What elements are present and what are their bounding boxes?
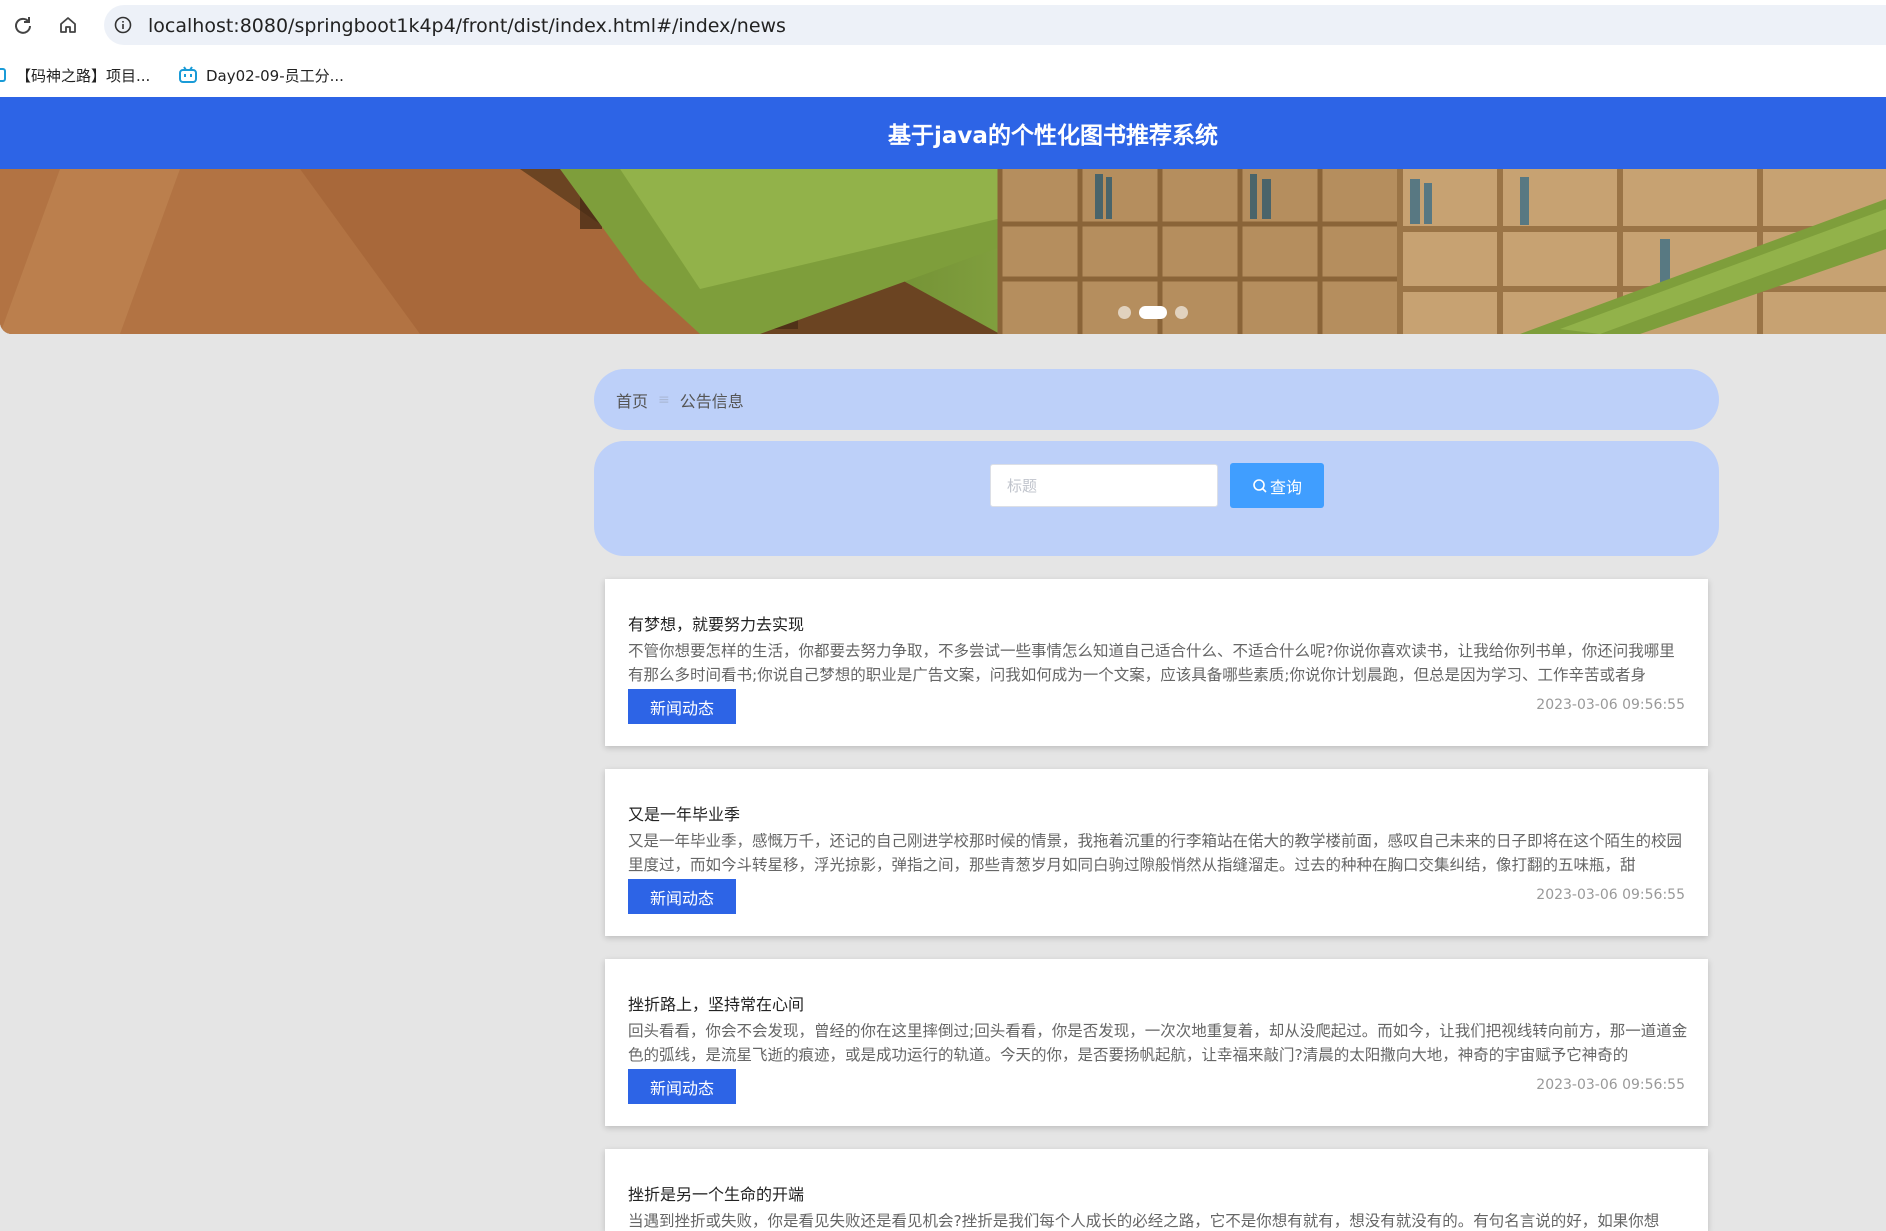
reload-icon[interactable] xyxy=(10,12,36,38)
news-title[interactable]: 有梦想，就要努力去实现 xyxy=(628,611,804,635)
home-icon[interactable] xyxy=(55,12,81,38)
address-bar[interactable]: localhost:8080/springboot1k4p4/front/dis… xyxy=(104,5,1886,45)
news-title[interactable]: 又是一年毕业季 xyxy=(628,801,740,825)
site-header: 基于java的个性化图书推荐系统 xyxy=(0,97,1886,169)
site-info-icon[interactable] xyxy=(114,16,132,34)
carousel-indicators xyxy=(1118,305,1188,319)
url-text[interactable]: localhost:8080/springboot1k4p4/front/dis… xyxy=(148,15,786,37)
site-title: 基于java的个性化图书推荐系统 xyxy=(888,123,1218,149)
bookmark-item[interactable]: 【码神之路】项目... xyxy=(0,64,150,86)
news-excerpt: 不管你想要怎样的生活，你都要去努力争取，不多尝试一些事情怎么知道自己适合什么、不… xyxy=(628,642,1675,684)
banner-carousel[interactable] xyxy=(0,169,1886,334)
bookmark-label: 【码神之路】项目... xyxy=(16,66,151,85)
browser-toolbar: localhost:8080/springboot1k4p4/front/dis… xyxy=(0,0,1886,50)
search-button-label: 查询 xyxy=(1269,477,1302,497)
news-excerpt: 回头看看，你会不会发现，曾经的你在这里摔倒过;回头看看，你是否发现，一次次地重复… xyxy=(628,1022,1688,1064)
news-title[interactable]: 挫折是另一个生命的开端 xyxy=(628,1181,804,1205)
carousel-dot[interactable] xyxy=(1118,305,1131,319)
breadcrumb: 首页 ≡ 公告信息 xyxy=(594,369,1719,430)
search-panel: 查询 xyxy=(594,441,1719,556)
bilibili-icon xyxy=(179,66,197,83)
news-category-tag: 新闻动态 xyxy=(628,1069,736,1104)
breadcrumb-home[interactable]: 首页 xyxy=(616,388,648,412)
news-category-tag: 新闻动态 xyxy=(628,689,736,724)
search-icon xyxy=(1253,478,1267,493)
title-search-input[interactable] xyxy=(990,464,1218,507)
bookmarks-bar: 【码神之路】项目... Day02-09-员工分... xyxy=(0,50,1886,97)
news-card[interactable]: 又是一年毕业季 又是一年毕业季，感慨万千，还记的自己刚进学校那时候的情景，我拖着… xyxy=(605,769,1708,936)
carousel-dot[interactable] xyxy=(1175,305,1188,319)
bookmark-label: Day02-09-员工分... xyxy=(206,66,344,85)
news-timestamp: 2023-03-06 09:56:55 xyxy=(1536,697,1685,713)
library-photo xyxy=(0,169,1886,334)
news-card[interactable]: 挫折路上，坚持常在心间 回头看看，你会不会发现，曾经的你在这里摔倒过;回头看看，… xyxy=(605,959,1708,1126)
search-button[interactable]: 查询 xyxy=(1230,463,1324,508)
news-timestamp: 2023-03-06 09:56:55 xyxy=(1536,887,1685,903)
breadcrumb-separator-icon: ≡ xyxy=(658,391,670,408)
news-card[interactable]: 有梦想，就要努力去实现 不管你想要怎样的生活，你都要去努力争取，不多尝试一些事情… xyxy=(605,579,1708,746)
news-excerpt: 又是一年毕业季，感慨万千，还记的自己刚进学校那时候的情景，我拖着沉重的行李箱站在… xyxy=(628,832,1683,874)
news-title[interactable]: 挫折路上，坚持常在心间 xyxy=(628,991,804,1015)
news-timestamp: 2023-03-06 09:56:55 xyxy=(1536,1077,1685,1093)
news-excerpt: 当遇到挫折或失败，你是看见失败还是看见机会?挫折是我们每个人成长的必经之路，它不… xyxy=(628,1212,1660,1230)
bookmark-favicon-icon xyxy=(0,68,6,82)
news-card[interactable]: 挫折是另一个生命的开端 当遇到挫折或失败，你是看见失败还是看见机会?挫折是我们每… xyxy=(605,1149,1708,1231)
breadcrumb-current: 公告信息 xyxy=(679,391,744,411)
carousel-dot-active[interactable] xyxy=(1139,305,1167,319)
news-category-tag: 新闻动态 xyxy=(628,879,736,914)
bookmark-item[interactable]: Day02-09-员工分... xyxy=(178,64,344,86)
